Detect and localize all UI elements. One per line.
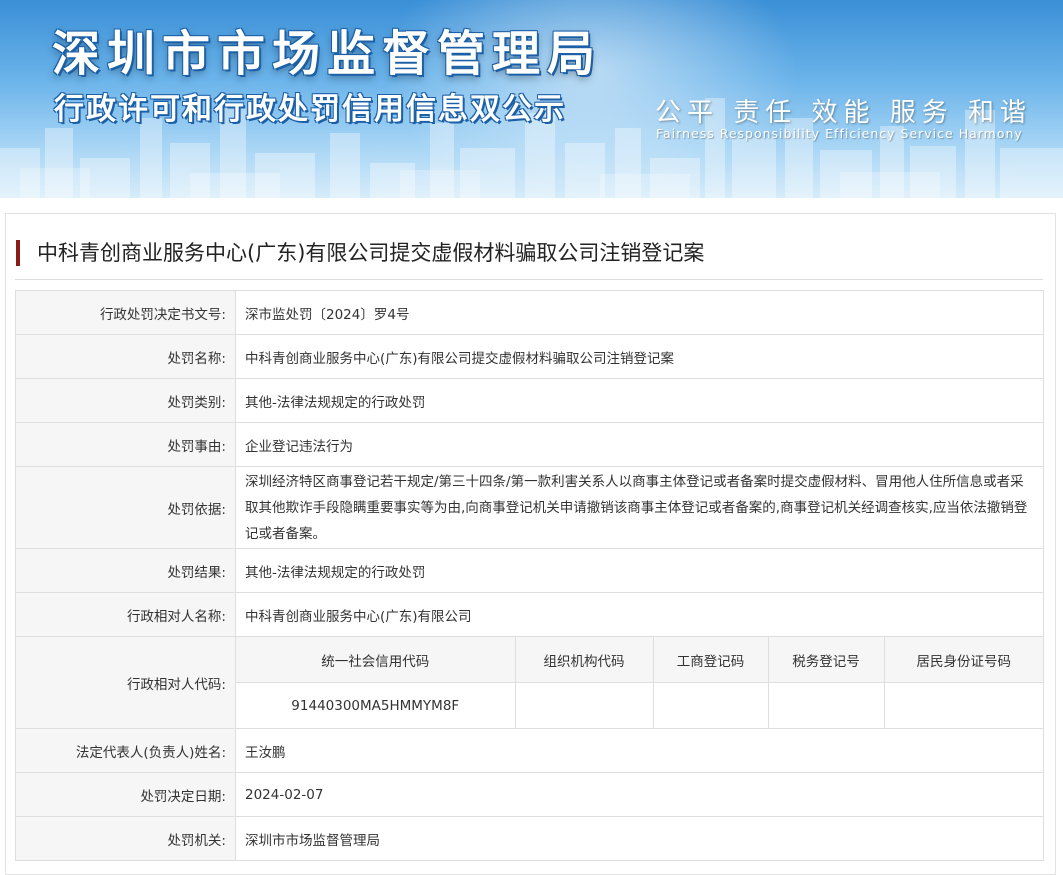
title-accent-bar: [16, 240, 20, 266]
penalty-type-label: 处罚类别:: [15, 378, 236, 423]
table-row-party-name: 行政相对人名称: 中科青创商业服务中心(广东)有限公司: [15, 592, 1044, 637]
party-code-value-row: 91440300MA5HMMYM8F: [236, 682, 1043, 728]
table-row-penalty-result: 处罚结果: 其他-法律法规规定的行政处罚: [15, 548, 1044, 593]
tax-reg-header: 税务登记号: [768, 637, 885, 683]
banner-slogan: 公平 责任 效能 服务 和谐: [655, 98, 1033, 128]
party-name-value: 中科青创商业服务中心(广东)有限公司: [235, 592, 1044, 637]
party-name-label: 行政相对人名称:: [15, 592, 236, 637]
business-reg-value: [653, 682, 769, 728]
credit-code-value: 91440300MA5HMMYM8F: [236, 682, 516, 728]
penalty-info-table: 行政处罚决定书文号: 深市监处罚〔2024〕罗4号 处罚名称: 中科青创商业服务…: [15, 290, 1044, 861]
party-code-cell: 统一社会信用代码 组织机构代码 工商登记码 税务登记号 居民身份证号码 9144…: [235, 636, 1044, 729]
penalty-basis-value: 深圳经济特区商事登记若干规定/第三十四条/第一款利害关系人以商事主体登记或者备案…: [235, 466, 1044, 549]
table-row-legal-rep: 法定代表人(负责人)姓名: 王汝鹏: [15, 728, 1044, 773]
decision-no-label: 行政处罚决定书文号:: [15, 290, 236, 335]
table-row-penalty-reason: 处罚事由: 企业登记违法行为: [15, 422, 1044, 467]
credit-code-header: 统一社会信用代码: [236, 637, 516, 683]
org-code-value: [515, 682, 654, 728]
id-card-header: 居民身份证号码: [884, 637, 1043, 683]
party-code-header-row: 统一社会信用代码 组织机构代码 工商登记码 税务登记号 居民身份证号码: [236, 637, 1043, 683]
tax-reg-value: [768, 682, 885, 728]
penalty-basis-label: 处罚依据:: [15, 466, 236, 549]
penalty-type-value: 其他-法律法规规定的行政处罚: [235, 378, 1044, 423]
penalty-reason-label: 处罚事由:: [15, 422, 236, 467]
decision-date-label: 处罚决定日期:: [15, 772, 236, 817]
penalty-reason-value: 企业登记违法行为: [235, 422, 1044, 467]
legal-rep-label: 法定代表人(负责人)姓名:: [15, 728, 236, 773]
party-code-subtable: 统一社会信用代码 组织机构代码 工商登记码 税务登记号 居民身份证号码 9144…: [236, 637, 1043, 728]
penalty-result-value: 其他-法律法规规定的行政处罚: [235, 548, 1044, 593]
banner-title: 深圳市市场监督管理局: [52, 26, 603, 82]
table-row-penalty-type: 处罚类别: 其他-法律法规规定的行政处罚: [15, 378, 1044, 423]
org-code-header: 组织机构代码: [515, 637, 654, 683]
banner-slogan-english: Fairness Responsibility Efficiency Servi…: [656, 126, 1023, 141]
table-row-decision-date: 处罚决定日期: 2024-02-07: [15, 772, 1044, 817]
title-divider: [15, 279, 1043, 280]
table-row-party-code: 行政相对人代码: 统一社会信用代码 组织机构代码 工商登记码 税务登记号 居民身…: [15, 636, 1044, 729]
legal-rep-value: 王汝鹏: [235, 728, 1044, 773]
table-row-authority: 处罚机关: 深圳市市场监督管理局: [15, 816, 1044, 861]
table-row-penalty-basis: 处罚依据: 深圳经济特区商事登记若干规定/第三十四条/第一款利害关系人以商事主体…: [15, 466, 1044, 549]
penalty-result-label: 处罚结果:: [15, 548, 236, 593]
table-row-penalty-name: 处罚名称: 中科青创商业服务中心(广东)有限公司提交虚假材料骗取公司注销登记案: [15, 334, 1044, 379]
decision-no-value: 深市监处罚〔2024〕罗4号: [235, 290, 1044, 335]
party-code-label: 行政相对人代码:: [15, 636, 236, 729]
id-card-value: [884, 682, 1043, 728]
authority-value: 深圳市市场监督管理局: [235, 816, 1044, 861]
case-title: 中科青创商业服务中心(广东)有限公司提交虚假材料骗取公司注销登记案: [37, 241, 705, 265]
authority-label: 处罚机关:: [15, 816, 236, 861]
business-reg-header: 工商登记码: [653, 637, 769, 683]
banner-subtitle: 行政许可和行政处罚信用信息双公示: [54, 92, 566, 127]
penalty-name-value: 中科青创商业服务中心(广东)有限公司提交虚假材料骗取公司注销登记案: [235, 334, 1044, 379]
header-banner: 深圳市市场监督管理局 行政许可和行政处罚信用信息双公示 公平 责任 效能 服务 …: [0, 0, 1063, 198]
penalty-name-label: 处罚名称:: [15, 334, 236, 379]
decision-date-value: 2024-02-07: [235, 772, 1044, 817]
table-row-decision-no: 行政处罚决定书文号: 深市监处罚〔2024〕罗4号: [15, 290, 1044, 335]
